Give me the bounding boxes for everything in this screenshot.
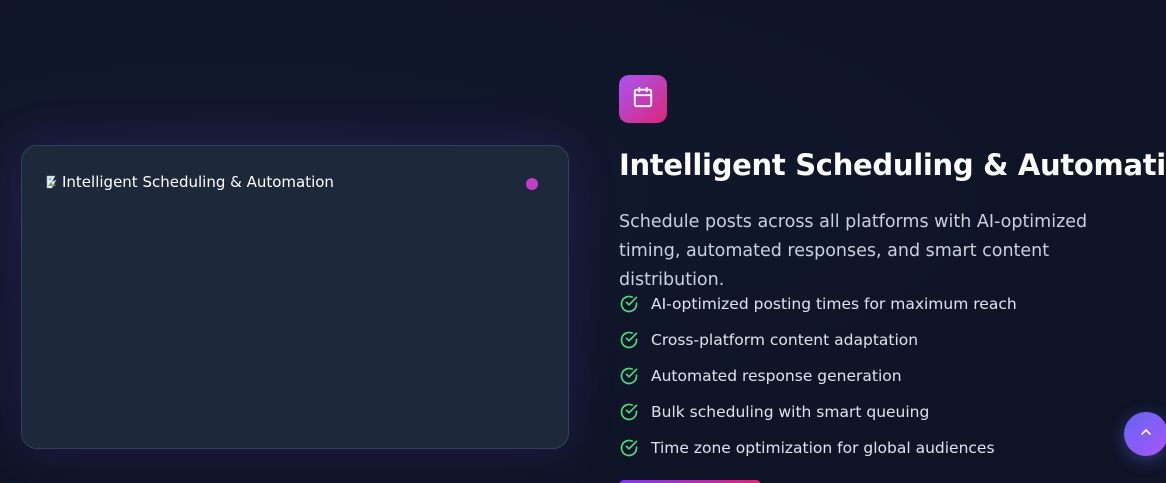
broken-image-icon (46, 174, 62, 190)
check-circle-icon (619, 294, 639, 314)
list-item: Cross-platform content adaptation (619, 322, 1017, 358)
list-item: AI-optimized posting times for maximum r… (619, 286, 1017, 322)
page: Intelligent Scheduling & Automation Inte… (0, 0, 1166, 483)
list-item: Bulk scheduling with smart queuing (619, 394, 1017, 430)
feature-image: Intelligent Scheduling & Automation (46, 172, 334, 192)
list-item-label: Bulk scheduling with smart queuing (651, 403, 930, 421)
list-item-label: Automated response generation (651, 367, 902, 385)
feature-image-card: Intelligent Scheduling & Automation (21, 145, 569, 449)
feature-icon-badge (619, 75, 667, 123)
feature-list: AI-optimized posting times for maximum r… (619, 286, 1017, 466)
chevron-up-icon (1138, 424, 1154, 444)
list-item-label: Cross-platform content adaptation (651, 331, 919, 349)
status-dot (526, 178, 538, 190)
check-circle-icon (619, 366, 639, 386)
calendar-icon (632, 86, 654, 112)
check-circle-icon (619, 438, 639, 458)
list-item: Time zone optimization for global audien… (619, 430, 1017, 466)
feature-description: Schedule posts across all platforms with… (619, 212, 1088, 290)
list-item-label: Time zone optimization for global audien… (651, 439, 995, 457)
check-circle-icon (619, 402, 639, 422)
feature-title: Intelligent Scheduling & Automation (619, 148, 1166, 182)
list-item-label: AI-optimized posting times for maximum r… (651, 295, 1017, 313)
scroll-to-top-button[interactable] (1124, 412, 1166, 456)
feature-image-alt-text: Intelligent Scheduling & Automation (62, 173, 334, 191)
list-item: Automated response generation (619, 358, 1017, 394)
check-circle-icon (619, 330, 639, 350)
